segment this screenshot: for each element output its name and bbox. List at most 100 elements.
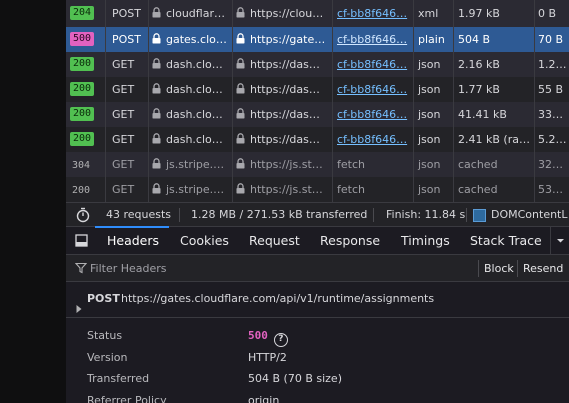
initiator-cell[interactable]: cf-bb8f646… <box>333 52 414 77</box>
version-row: Version HTTP/2 <box>66 347 569 368</box>
file-text: https://js.st… <box>250 158 323 171</box>
tab-response[interactable]: Response <box>320 227 380 254</box>
initiator-text[interactable]: cf-bb8f646… <box>337 58 407 71</box>
table-row[interactable]: 500 POST gates.clo… https://gate… cf-bb8f646… <box>66 27 569 52</box>
domain-text: dash.clo… <box>166 108 223 121</box>
status-code: 204 <box>70 6 95 20</box>
dock-panel-icon[interactable] <box>75 234 88 250</box>
request-summary[interactable]: POST https://gates.cloudflare.com/api/v1… <box>66 282 569 318</box>
domain-text: js.stripe.… <box>166 158 225 171</box>
file-cell: https://das… <box>233 102 333 127</box>
status-cell: 200 <box>66 102 106 127</box>
status-cell: 304 <box>66 152 106 177</box>
size-cell: 55 B <box>538 83 564 96</box>
table-row[interactable]: 200 GET dash.clo… https://das… cf-bb8f646… js… <box>66 52 569 77</box>
file-cell: https://clou… <box>233 0 333 27</box>
headers-panel: POST https://gates.cloudflare.com/api/v1… <box>66 282 569 403</box>
method-cell: GET <box>106 127 149 152</box>
domain-cell: dash.clo… <box>149 102 233 127</box>
method-cell: POST <box>106 0 149 27</box>
active-tab-indicator <box>95 226 169 228</box>
domain-cell: gates.clo… <box>149 27 233 52</box>
initiator-cell[interactable]: fetch <box>333 177 414 202</box>
resend-button[interactable]: Resend <box>523 255 563 282</box>
filter-bar: Block Resend <box>66 255 569 282</box>
status-cell: 204 <box>66 0 106 27</box>
initiator-text[interactable]: cf-bb8f646… <box>337 33 407 46</box>
status-cell: 200 <box>66 52 106 77</box>
transferred-label: Transferred <box>87 372 150 385</box>
file-text: https://das… <box>250 108 320 121</box>
initiator-text[interactable]: fetch <box>337 183 365 196</box>
status-code: 500 <box>70 32 95 46</box>
page-background <box>0 0 66 403</box>
status-label: Status <box>87 329 123 342</box>
initiator-text[interactable]: cf-bb8f646… <box>337 83 407 96</box>
version-value: HTTP/2 <box>248 351 287 364</box>
tab-headers[interactable]: Headers <box>107 227 159 254</box>
file-text: https://gate… <box>250 33 326 46</box>
status-code: 200 <box>72 185 91 196</box>
initiator-cell[interactable]: cf-bb8f646… <box>333 77 414 102</box>
size-cell: 32… <box>538 158 563 171</box>
domain-text: dash.clo… <box>166 83 223 96</box>
summary-bar: 43 requests 1.28 MB / 271.53 kB transfer… <box>66 202 569 227</box>
initiator-cell[interactable]: cf-bb8f646… <box>333 102 414 127</box>
tab-cookies[interactable]: Cookies <box>180 227 229 254</box>
tab-timings[interactable]: Timings <box>401 227 450 254</box>
type-cell: plain <box>414 27 454 52</box>
initiator-text[interactable]: cf-bb8f646… <box>337 108 407 121</box>
table-row[interactable]: 200 GET dash.clo… https://das… cf-bb8f646… js… <box>66 77 569 102</box>
type-cell: json <box>414 127 454 152</box>
help-icon[interactable]: ? <box>273 333 288 347</box>
table-row[interactable]: 200 GET dash.clo… https://das… cf-bb8f646… js… <box>66 127 569 152</box>
table-row[interactable]: 200 GET js.stripe.… https://js.st… fetch json… <box>66 177 569 202</box>
block-button[interactable]: Block <box>484 255 514 282</box>
initiator-text[interactable]: cf-bb8f646… <box>337 133 407 146</box>
transferred-cell: 41.41 kB <box>454 102 535 127</box>
initiator-text[interactable]: cf-bb8f646… <box>337 7 407 20</box>
file-text: https://das… <box>250 133 320 146</box>
tab-request[interactable]: Request <box>249 227 300 254</box>
status-code: 200 <box>70 57 95 71</box>
filter-headers-input[interactable] <box>90 260 460 277</box>
size-cell: 33… <box>538 108 563 121</box>
file-text: https://das… <box>250 83 320 96</box>
initiator-cell[interactable]: cf-bb8f646… <box>333 0 414 27</box>
status-code: 200 <box>70 107 95 121</box>
method-cell: GET <box>106 152 149 177</box>
domain-text: dash.clo… <box>166 133 223 146</box>
size-cell: 0 B <box>538 7 557 20</box>
transfer-size: 1.28 MB / 271.53 kB transferred <box>191 208 368 221</box>
domain-cell: js.stripe.… <box>149 152 233 177</box>
table-row[interactable]: 200 GET dash.clo… https://das… cf-bb8f646… js… <box>66 102 569 127</box>
domain-cell: dash.clo… <box>149 52 233 77</box>
lock-icon <box>152 33 166 46</box>
status-code: 304 <box>72 160 91 171</box>
transferred-cell: 1.97 kB <box>454 0 535 27</box>
table-row[interactable]: 204 POST cloudflar… https://clou… cf-bb8f646… <box>66 0 569 27</box>
status-value-container: 500? <box>248 325 288 347</box>
initiator-cell[interactable]: cf-bb8f646… <box>333 127 414 152</box>
method-cell: GET <box>106 52 149 77</box>
tab-stack-trace[interactable]: Stack Trace <box>470 227 542 254</box>
file-text: https://das… <box>250 58 320 71</box>
transferred-cell: 504 B <box>454 27 535 52</box>
file-cell: https://das… <box>233 52 333 77</box>
status-code: 200 <box>70 132 95 146</box>
table-row[interactable]: 304 GET js.stripe.… https://js.st… fetch json… <box>66 152 569 177</box>
referrer-policy-label: Referrer Policy <box>87 394 167 403</box>
finish-time: Finish: 11.84 s <box>386 208 466 221</box>
size-cell: 5.2… <box>538 133 567 146</box>
initiator-cell[interactable]: cf-bb8f646… <box>333 27 414 52</box>
lock-icon <box>152 108 166 121</box>
type-cell: json <box>414 52 454 77</box>
dcl-marker-icon <box>473 209 486 222</box>
tabs-overflow-dropdown-icon[interactable] <box>550 227 569 254</box>
initiator-cell[interactable]: fetch <box>333 152 414 177</box>
details-tabs: Headers Cookies Request Response Timings… <box>66 227 569 255</box>
type-cell: json <box>414 102 454 127</box>
expand-toggle-icon[interactable] <box>75 294 83 328</box>
domain-cell: dash.clo… <box>149 77 233 102</box>
initiator-text[interactable]: fetch <box>337 158 365 171</box>
